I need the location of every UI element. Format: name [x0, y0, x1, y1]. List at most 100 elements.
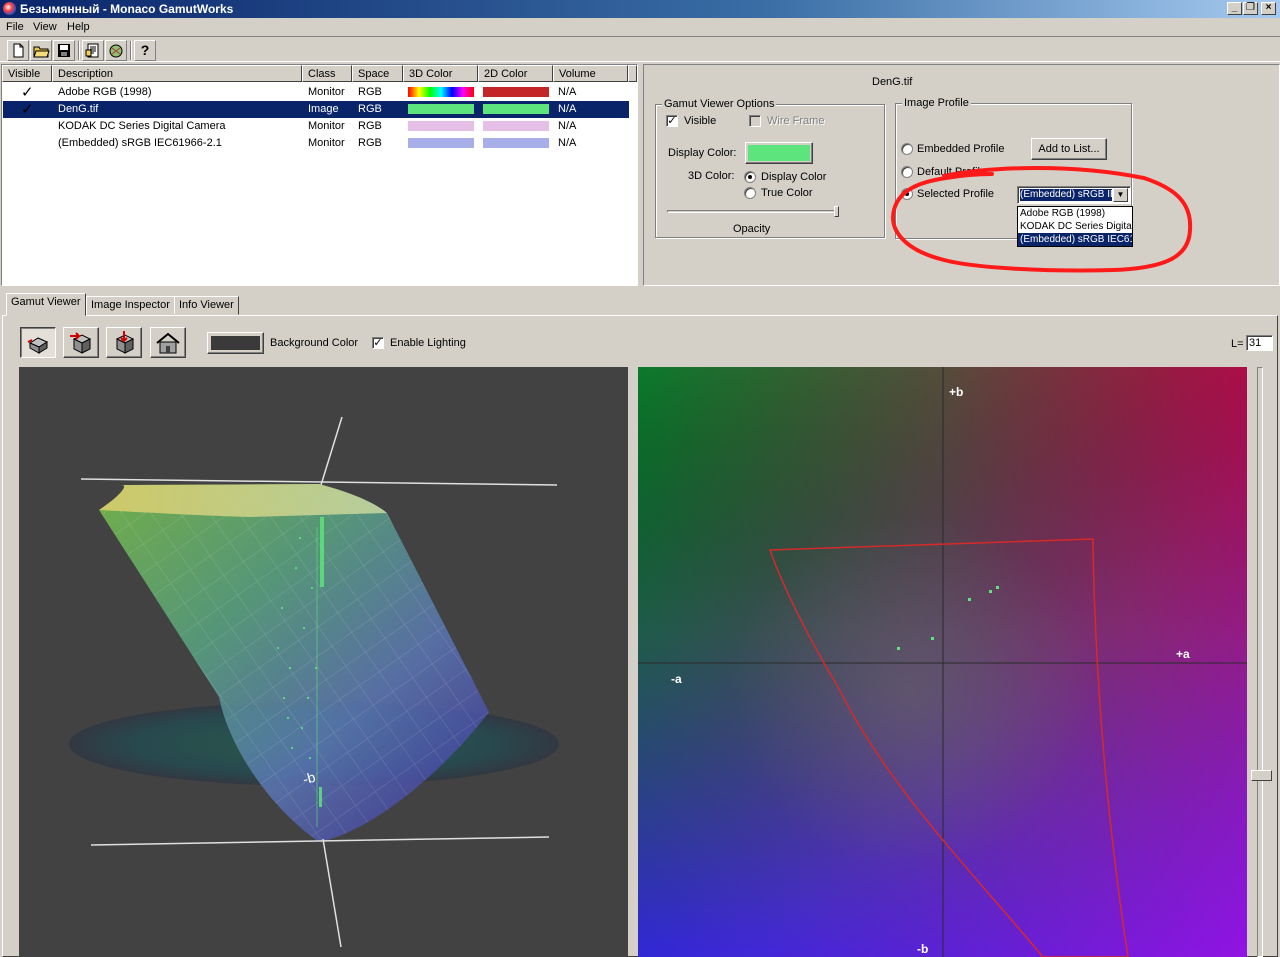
row-class: Monitor: [308, 137, 345, 149]
dropdown-option[interactable]: Adobe RGB (1998): [1018, 207, 1132, 220]
rotate-cube-icon: [70, 332, 92, 354]
column-2d-color[interactable]: 2D Color: [478, 65, 553, 82]
l-value-label: L=: [1231, 338, 1244, 350]
restore-button[interactable]: ❐: [1243, 2, 1258, 15]
title-bar: Безымянный - Monaco GamutWorks _ ❐ ×: [0, 0, 1280, 18]
tab-image-inspector[interactable]: Image Inspector: [86, 296, 175, 315]
table-row-selected[interactable]: ✓ DenG.tif Image RGB N/A: [3, 101, 629, 118]
embedded-profile-radio[interactable]: [901, 143, 913, 155]
enable-lighting-checkbox[interactable]: ✓: [372, 337, 384, 349]
tab-info-viewer[interactable]: Info Viewer: [174, 296, 239, 315]
opacity-slider-thumb[interactable]: [834, 206, 839, 217]
gamut-3d-view[interactable]: -b: [19, 367, 628, 957]
dropdown-option-selected[interactable]: (Embedded) sRGB IEC61966-2.1: [1018, 233, 1132, 246]
row-3d-color-swatch[interactable]: [408, 121, 474, 131]
new-file-button[interactable]: [7, 40, 29, 61]
visible-check-icon[interactable]: ✓: [21, 83, 34, 101]
true-color-radio[interactable]: [744, 187, 756, 199]
row-volume: N/A: [558, 103, 577, 115]
visible-check-icon[interactable]: ✓: [21, 100, 34, 118]
menu-help[interactable]: Help: [67, 21, 90, 33]
display-color-swatch: [748, 145, 810, 161]
rotate-view-button[interactable]: [63, 327, 99, 358]
row-2d-color-swatch[interactable]: [483, 104, 549, 114]
wireframe-checkbox[interactable]: [749, 115, 761, 127]
display-color-label: Display Color:: [668, 147, 737, 159]
view-cube-button[interactable]: [20, 327, 56, 358]
l-slider-track[interactable]: [1257, 367, 1263, 957]
display-color-radio-label: Display Color: [761, 171, 827, 183]
default-profile-radio[interactable]: [901, 166, 913, 178]
window-title: Безымянный - Monaco GamutWorks: [20, 2, 234, 16]
wireframe-label: Wire Frame: [767, 115, 825, 127]
background-color-label: Background Color: [270, 337, 359, 349]
tab-gamut-viewer[interactable]: Gamut Viewer: [6, 293, 86, 316]
column-class[interactable]: Class: [302, 65, 352, 82]
menu-file[interactable]: File: [6, 21, 24, 33]
view-cube-icon: [27, 337, 49, 354]
row-3d-color-swatch[interactable]: [408, 138, 474, 148]
display-color-radio[interactable]: [744, 171, 756, 183]
column-visible[interactable]: Visible: [2, 65, 52, 82]
background-color-button[interactable]: [207, 332, 264, 354]
home-view-button[interactable]: [150, 327, 186, 358]
background-color-swatch: [211, 336, 260, 350]
move-view-button[interactable]: [106, 327, 142, 358]
row-2d-color-swatch[interactable]: [483, 121, 549, 131]
row-2d-color-swatch[interactable]: [483, 138, 549, 148]
table-row[interactable]: ✓ Adobe RGB (1998) Monitor RGB N/A: [3, 84, 629, 101]
profile-dropdown-list[interactable]: Adobe RGB (1998) KODAK DC Series Digital…: [1017, 206, 1133, 247]
true-color-radio-label: True Color: [761, 187, 813, 199]
properties-panel: DenG.tif Gamut Viewer Options ✓ Visible …: [643, 64, 1280, 286]
table-row[interactable]: KODAK DC Series Digital Camera Monitor R…: [3, 118, 629, 135]
gamut-2d-view[interactable]: +b -b +a -a: [638, 367, 1247, 957]
open-folder-icon: [33, 46, 50, 58]
toolbar-separator: [130, 41, 132, 60]
opacity-slider-track[interactable]: [667, 210, 839, 213]
column-volume[interactable]: Volume: [553, 65, 628, 82]
row-description: KODAK DC Series Digital Camera: [58, 120, 226, 132]
dropdown-option[interactable]: KODAK DC Series Digital Camera: [1018, 220, 1132, 233]
column-filler: [628, 65, 637, 82]
embedded-profile-label: Embedded Profile: [917, 143, 1005, 155]
save-disk-icon: [58, 44, 70, 57]
display-color-button[interactable]: [745, 142, 813, 164]
row-3d-color-swatch[interactable]: [408, 87, 474, 97]
file-name-label: DenG.tif: [872, 76, 913, 88]
row-class: Monitor: [308, 120, 345, 132]
open-button[interactable]: [30, 40, 52, 61]
selected-profile-label: Selected Profile: [917, 188, 995, 200]
row-class: Monitor: [308, 86, 345, 98]
close-button[interactable]: ×: [1261, 2, 1276, 15]
column-3d-color[interactable]: 3D Color: [403, 65, 478, 82]
profile-combobox[interactable]: (Embedded) sRGB IEC61966-2.1 ▼: [1017, 186, 1131, 204]
row-space: RGB: [358, 86, 382, 98]
l-slider-thumb[interactable]: [1251, 770, 1272, 781]
selected-profile-radio[interactable]: [901, 188, 913, 200]
column-description[interactable]: Description: [52, 65, 302, 82]
minimize-button[interactable]: _: [1227, 2, 1242, 15]
image-profile-group: Image Profile Embedded Profile Add to Li…: [895, 97, 1133, 247]
chevron-down-icon[interactable]: ▼: [1113, 188, 1128, 202]
l-value-input[interactable]: 31: [1246, 335, 1273, 351]
menu-view[interactable]: View: [33, 21, 57, 33]
combobox-value: (Embedded) sRGB IEC61966-2.1: [1019, 188, 1113, 202]
properties-button[interactable]: [82, 40, 104, 61]
add-to-list-button[interactable]: Add to List...: [1031, 138, 1107, 160]
column-space[interactable]: Space: [352, 65, 403, 82]
help-button[interactable]: ?: [134, 40, 156, 61]
new-file-icon: [13, 43, 24, 58]
save-button[interactable]: [53, 40, 75, 61]
gamut-3d-canvas: -b: [69, 416, 559, 948]
home-view-icon: [156, 332, 180, 354]
row-description: DenG.tif: [58, 103, 99, 115]
row-2d-color-swatch[interactable]: [483, 87, 549, 97]
row-class: Image: [308, 103, 339, 115]
gamut-button[interactable]: [105, 40, 127, 61]
row-3d-color-swatch[interactable]: [408, 104, 474, 114]
table-row[interactable]: (Embedded) sRGB IEC61966-2.1 Monitor RGB…: [3, 135, 629, 152]
profile-list[interactable]: Visible Description Class Space 3D Color…: [1, 64, 638, 286]
axis-label-plus-a: +a: [1176, 647, 1190, 661]
visible-checkbox[interactable]: ✓: [666, 115, 678, 127]
row-description: Adobe RGB (1998): [58, 86, 152, 98]
